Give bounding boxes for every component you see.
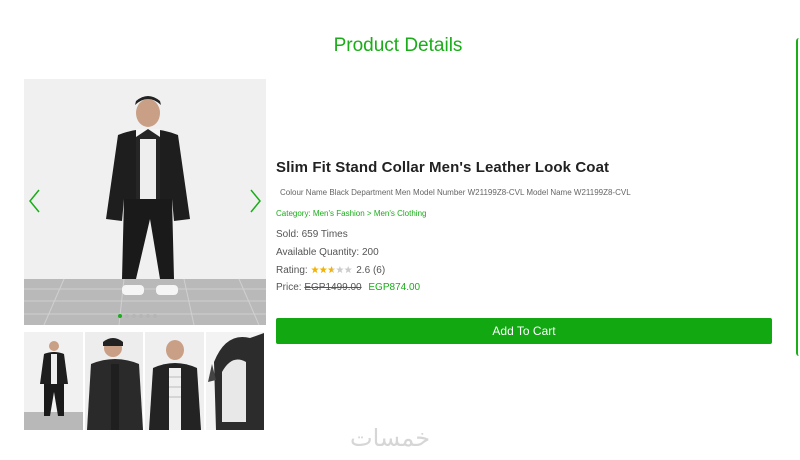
thumbnail-strip: [24, 332, 266, 430]
category-link[interactable]: Men's Fashion > Men's Clothing: [313, 209, 427, 218]
slider-prev-button[interactable]: [26, 187, 42, 215]
slider-dot[interactable]: [132, 314, 136, 318]
rating-value: 2.6: [356, 265, 371, 276]
rating-stars: [311, 265, 353, 274]
side-panel-edge: [796, 38, 800, 356]
category-label: Category:: [276, 209, 311, 218]
add-to-cart-button[interactable]: Add To Cart: [276, 318, 772, 344]
thumbnail-front-upper[interactable]: [145, 332, 206, 430]
product-category: Category: Men's Fashion > Men's Clothing: [276, 209, 426, 218]
main-product-image: [24, 79, 266, 325]
chevron-right-icon: [250, 189, 261, 213]
new-price: EGP874.00: [368, 282, 421, 293]
star-icon: [319, 266, 328, 274]
rating-label: Rating:: [276, 265, 308, 276]
slider-next-button[interactable]: [248, 187, 264, 215]
thumbnail-side-view[interactable]: [84, 332, 145, 430]
page-title: Product Details: [333, 35, 463, 56]
slider-dot[interactable]: [139, 314, 143, 318]
slider-dot[interactable]: [153, 314, 157, 318]
product-rating: Rating: 2.6 (6): [276, 265, 385, 276]
product-title: Slim Fit Stand Collar Men's Leather Look…: [276, 159, 610, 176]
chevron-left-icon: [29, 189, 40, 213]
star-icon: [311, 266, 320, 274]
available-quantity: Available Quantity: 200: [276, 247, 379, 258]
thumbnail-front-full[interactable]: [24, 332, 85, 430]
thumbnail-jacket-detail[interactable]: [205, 332, 266, 430]
star-icon: [328, 266, 336, 274]
slider-dots: [118, 314, 157, 318]
rating-count: (6): [372, 265, 386, 276]
product-price: Price: EGP1499.00 EGP874.00: [276, 282, 420, 293]
slider-dot[interactable]: [125, 314, 129, 318]
price-label: Price:: [276, 282, 302, 293]
slider-dot[interactable]: [146, 314, 150, 318]
star-rating-icon: [311, 266, 353, 274]
star-icon: [336, 266, 345, 274]
star-icon: [344, 266, 353, 274]
product-description: Colour Name Black Department Men Model N…: [280, 188, 631, 197]
slider-dot[interactable]: [118, 314, 122, 318]
old-price: EGP1499.00: [304, 282, 362, 293]
sold-count: Sold: 659 Times: [276, 229, 348, 240]
watermark-logo: خمسات: [350, 424, 431, 452]
